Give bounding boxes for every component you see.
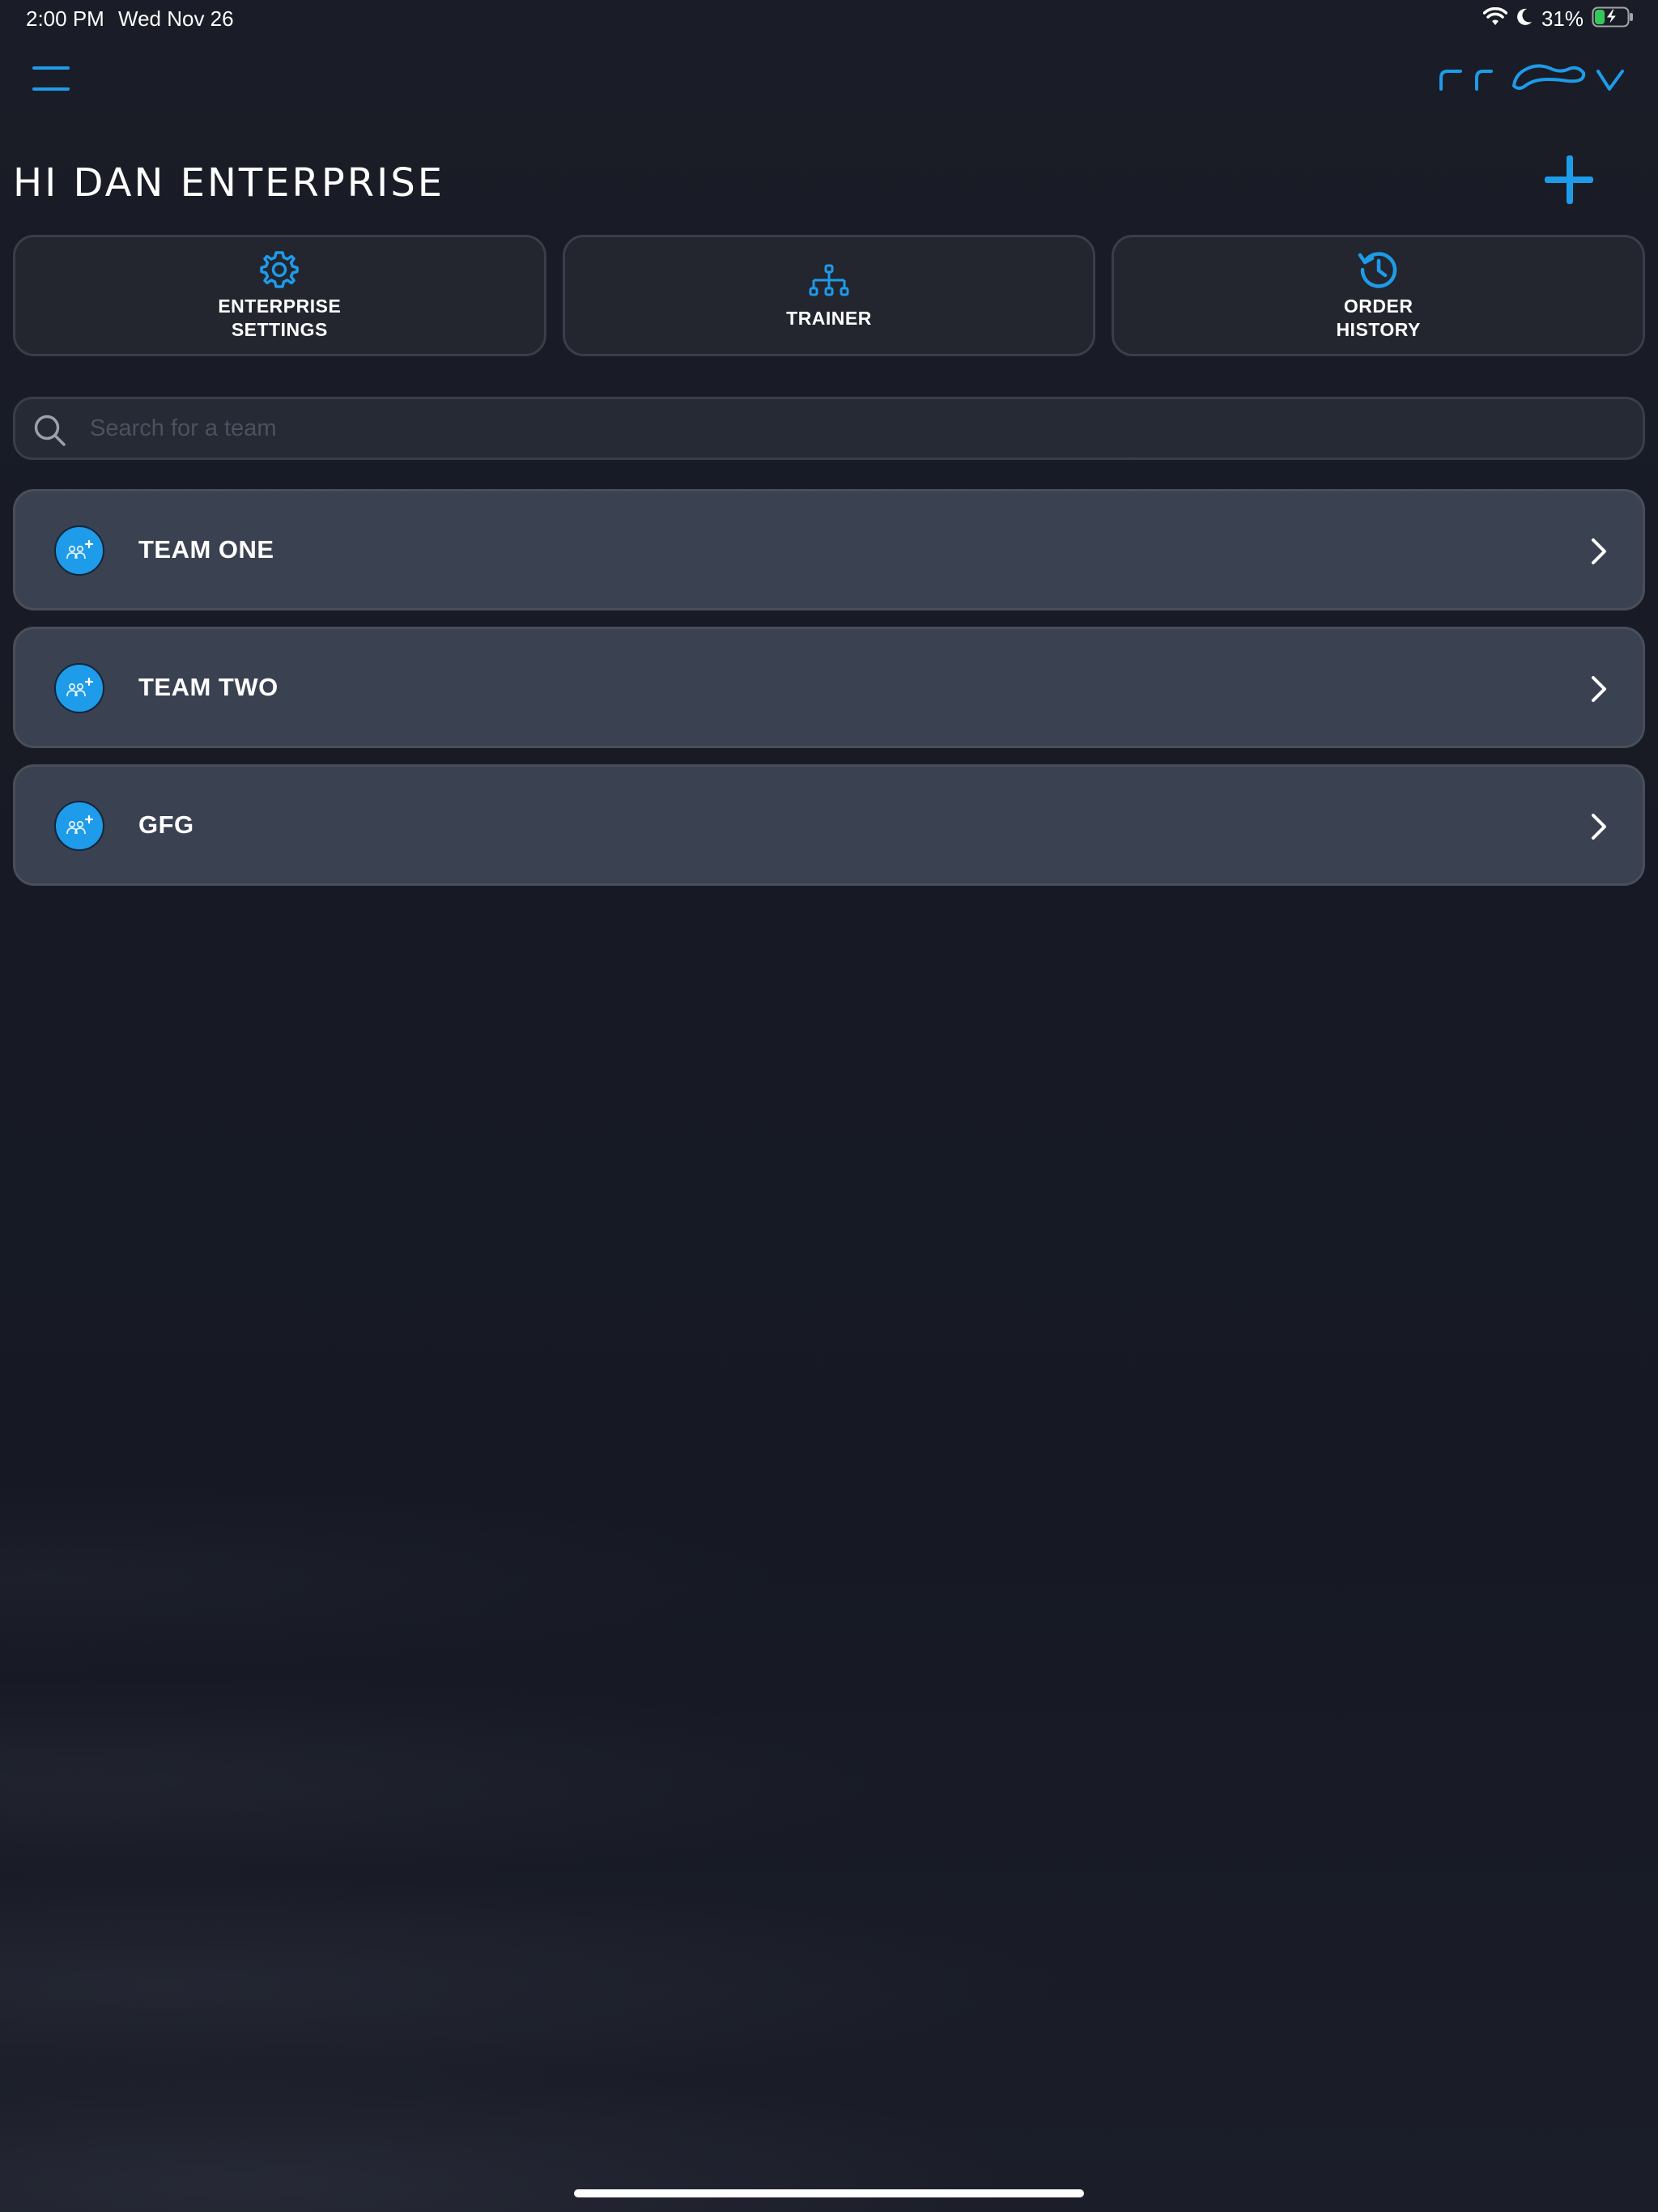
- search-bar: [13, 397, 1645, 460]
- wifi-icon: [1482, 6, 1508, 31]
- chevron-right-icon: [1589, 812, 1609, 845]
- enterprise-settings-label: ENTERPRISE SETTINGS: [218, 296, 342, 340]
- trainer-button[interactable]: TRAINER: [562, 235, 1096, 356]
- chevron-right-icon: [1589, 674, 1609, 708]
- grov-logo: [1438, 58, 1626, 100]
- page-title: HI DAN ENTERPRISE: [13, 160, 445, 206]
- trainer-label: TRAINER: [786, 307, 872, 329]
- team-name: TEAM ONE: [138, 535, 274, 564]
- search-icon: [33, 414, 67, 452]
- order-history-label: ORDER HISTORY: [1336, 296, 1421, 340]
- enterprise-settings-button[interactable]: ENTERPRISE SETTINGS: [13, 235, 546, 356]
- team-list: TEAM ONE TEAM TWO GFG: [13, 489, 1645, 902]
- team-add-icon: [54, 525, 104, 576]
- menu-button[interactable]: [32, 66, 70, 91]
- team-name: GFG: [138, 810, 194, 839]
- status-indicators: 31%: [1482, 6, 1634, 32]
- moon-icon: [1516, 7, 1533, 31]
- add-team-button[interactable]: [1545, 155, 1593, 204]
- team-name: TEAM TWO: [138, 673, 278, 701]
- chevron-right-icon: [1589, 537, 1609, 570]
- menu-line: [32, 66, 70, 70]
- status-date: Wed Nov 26: [118, 6, 234, 31]
- home-indicator[interactable]: [574, 2189, 1084, 2197]
- status-bar: 2:00 PM Wed Nov 26 31%: [0, 0, 1658, 39]
- status-time: 2:00 PM: [26, 6, 104, 31]
- team-add-icon: [54, 663, 104, 713]
- team-row-gfg[interactable]: GFG: [13, 764, 1645, 886]
- search-input[interactable]: [90, 399, 1612, 457]
- gear-icon: [259, 249, 300, 290]
- team-add-icon: [54, 801, 104, 851]
- team-row-team-two[interactable]: TEAM TWO: [13, 627, 1645, 748]
- action-cards: ENTERPRISE SETTINGS TRAINER ORDER HISTOR…: [13, 235, 1646, 356]
- order-history-button[interactable]: ORDER HISTORY: [1112, 235, 1646, 356]
- history-icon: [1358, 249, 1400, 290]
- org-chart-icon: [809, 262, 849, 302]
- team-row-team-one[interactable]: TEAM ONE: [13, 489, 1645, 610]
- menu-line: [32, 87, 70, 91]
- battery-percent: 31%: [1541, 6, 1584, 31]
- battery-charging-icon: [1592, 6, 1634, 32]
- screen: 2:00 PM Wed Nov 26 31% HI DAN ENTERPRISE…: [0, 0, 1658, 2212]
